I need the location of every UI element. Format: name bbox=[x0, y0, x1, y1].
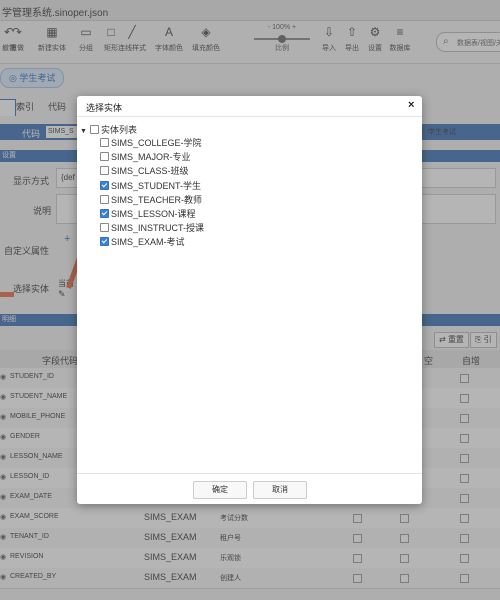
entity-checkbox[interactable] bbox=[100, 180, 109, 190]
entity-label: SIMS_MAJOR-专业 bbox=[111, 152, 191, 163]
ok-button[interactable]: 确定 bbox=[193, 481, 247, 499]
close-icon[interactable]: × bbox=[408, 99, 414, 111]
tree-root[interactable]: ▼ 实体列表 bbox=[80, 123, 137, 136]
entity-tree-item[interactable]: SIMS_EXAM-考试 bbox=[100, 236, 185, 248]
entity-tree-item[interactable]: SIMS_STUDENT-学生 bbox=[100, 180, 201, 192]
entity-tree-item[interactable]: SIMS_TEACHER-教师 bbox=[100, 194, 202, 206]
entity-label: SIMS_INSTRUCT-授课 bbox=[111, 223, 205, 234]
entity-checkbox[interactable] bbox=[100, 166, 109, 176]
select-entity-dialog: 选择实体 × ▼ 实体列表 SIMS_COLLEGE-学院 SIMS_MAJOR-专… bbox=[77, 96, 422, 504]
entity-label: SIMS_TEACHER-教师 bbox=[111, 194, 203, 205]
entity-tree-item[interactable]: SIMS_COLLEGE-学院 bbox=[100, 137, 202, 149]
dialog-header: 选择实体 × bbox=[77, 96, 422, 117]
entity-label: SIMS_COLLEGE-学院 bbox=[111, 138, 202, 148]
entity-checkbox[interactable] bbox=[100, 209, 109, 218]
caret-down-icon[interactable]: ▼ bbox=[80, 128, 87, 135]
tree-root-label: 实体列表 bbox=[100, 125, 137, 135]
entity-label: SIMS_STUDENT-学生 bbox=[111, 180, 202, 191]
entity-checkbox[interactable] bbox=[100, 237, 109, 247]
entity-label: SIMS_EXAM-考试 bbox=[111, 237, 185, 248]
entity-checkbox[interactable] bbox=[100, 223, 109, 233]
entity-label: SIMS_CLASS-班级 bbox=[111, 166, 189, 177]
cancel-button[interactable]: 取消 bbox=[253, 481, 307, 499]
entity-checkbox[interactable] bbox=[100, 194, 109, 204]
root-checkbox[interactable] bbox=[89, 125, 99, 134]
dialog-title: 选择实体 bbox=[86, 103, 123, 113]
entity-tree-item[interactable]: SIMS_LESSON-课程 bbox=[100, 208, 196, 220]
entity-tree-item[interactable]: SIMS_INSTRUCT-授课 bbox=[100, 222, 204, 234]
entity-tree-item[interactable]: SIMS_CLASS-班级 bbox=[100, 165, 189, 177]
entity-checkbox[interactable] bbox=[100, 138, 109, 147]
dialog-body: ▼ 实体列表 SIMS_COLLEGE-学院 SIMS_MAJOR-专业 SIMS_C… bbox=[77, 117, 422, 474]
entity-label: SIMS_LESSON-课程 bbox=[111, 209, 196, 219]
entity-tree-item[interactable]: SIMS_MAJOR-专业 bbox=[100, 151, 191, 163]
entity-checkbox[interactable] bbox=[100, 152, 109, 162]
